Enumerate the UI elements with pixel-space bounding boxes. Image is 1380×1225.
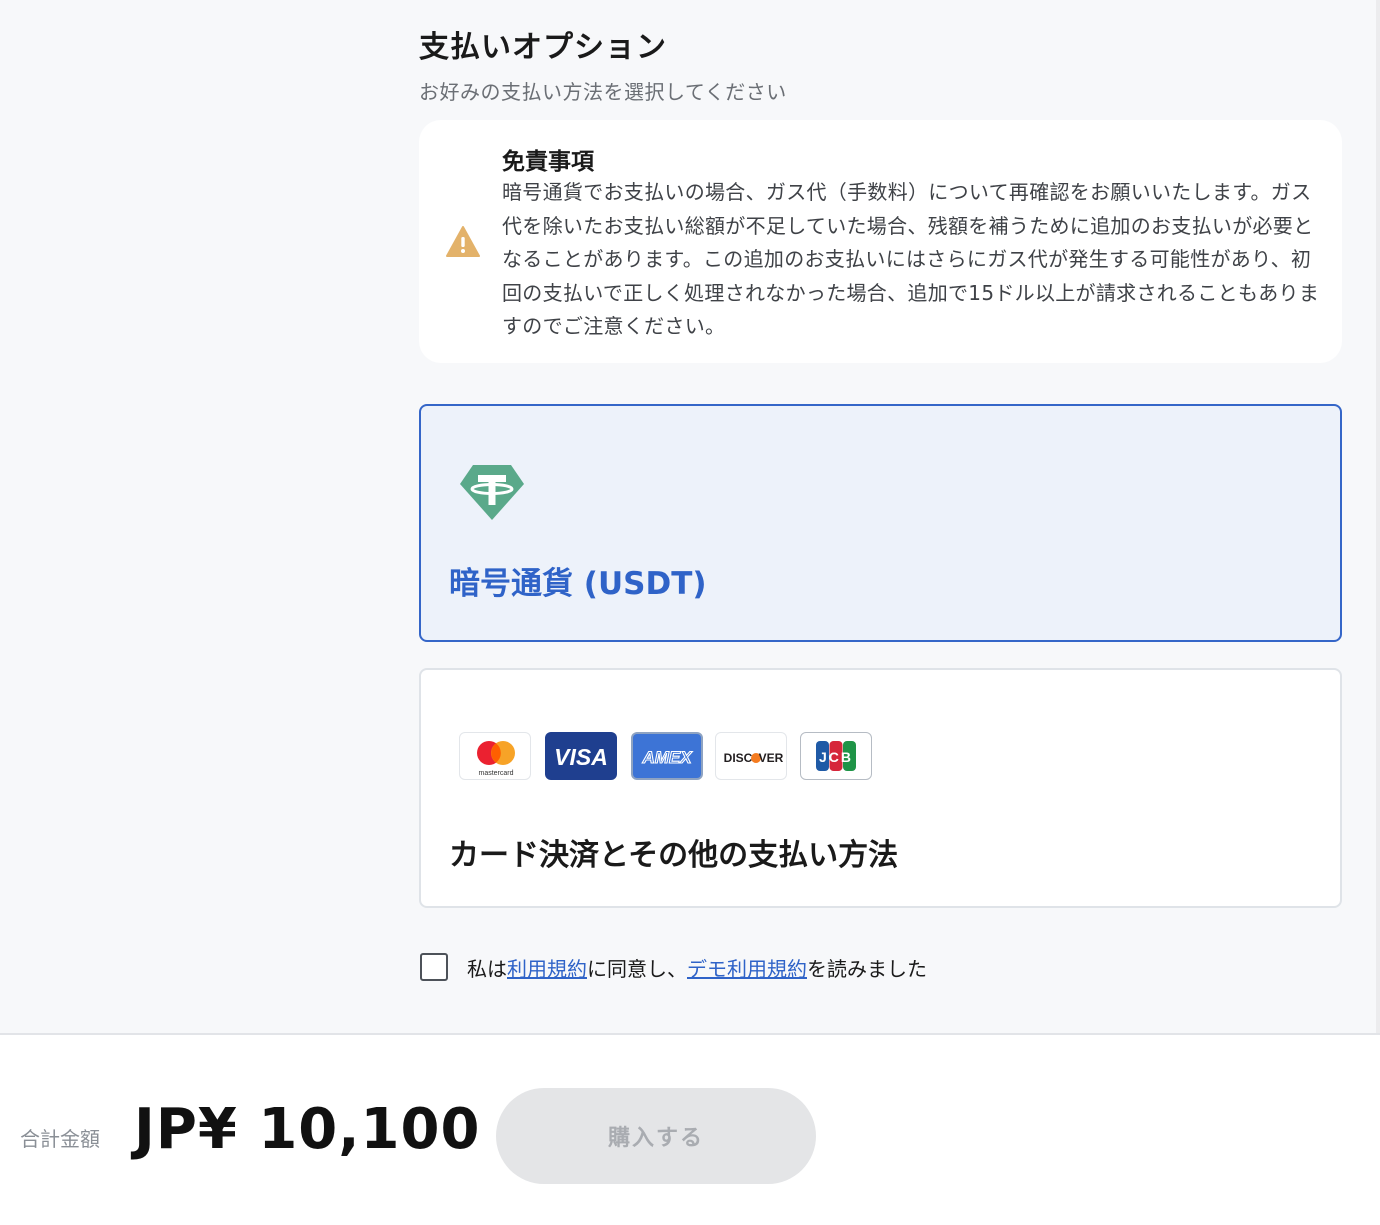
page-subtitle: お好みの支払い方法を選択してください — [419, 80, 787, 104]
svg-text:VER: VER — [759, 751, 784, 765]
svg-text:DISC: DISC — [724, 751, 753, 765]
jcb-logo-icon: JCB — [800, 732, 872, 780]
demo-terms-link[interactable]: デモ利用規約 — [687, 957, 807, 981]
page-right-edge — [1376, 0, 1380, 1034]
payment-option-card[interactable]: mastercard VISA AMEX DISC VER JCB カード決済と… — [419, 668, 1342, 908]
svg-text:VISA: VISA — [554, 744, 608, 770]
discover-logo-icon: DISC VER — [715, 732, 787, 780]
card-option-label: カード決済とその他の支払い方法 — [449, 838, 899, 873]
terms-prefix: 私は — [467, 957, 507, 981]
disclaimer-box: 免責事項 暗号通貨でお支払いの場合、ガス代（手数料）について再確認をお願いいたし… — [419, 120, 1342, 363]
terms-checkbox[interactable] — [420, 953, 448, 981]
mastercard-logo-icon: mastercard — [459, 732, 531, 780]
warning-icon — [446, 226, 480, 257]
terms-text: 私は利用規約に同意し、デモ利用規約を読みました — [467, 953, 927, 982]
tether-icon — [460, 465, 524, 520]
svg-text:JCB: JCB — [819, 749, 853, 765]
amex-logo-icon: AMEX — [631, 732, 703, 780]
terms-of-use-link[interactable]: 利用規約 — [507, 957, 587, 981]
total-label: 合計金額 — [20, 1127, 100, 1151]
terms-agreement-row: 私は利用規約に同意し、デモ利用規約を読みました — [419, 951, 1342, 983]
terms-middle: に同意し、 — [587, 957, 687, 981]
page-title: 支払いオプション — [419, 30, 667, 65]
crypto-option-label: 暗号通貨 (USDT) — [449, 566, 707, 602]
payment-option-crypto[interactable]: 暗号通貨 (USDT) — [419, 404, 1342, 642]
purchase-button[interactable]: 購入する — [496, 1088, 816, 1184]
checkout-footer: 合計金額 JP¥ 10,100 購入する — [0, 1033, 1380, 1225]
visa-logo-icon: VISA — [545, 732, 617, 780]
svg-text:AMEX: AMEX — [641, 748, 693, 767]
disclaimer-title: 免責事項 — [502, 149, 594, 175]
disclaimer-body: 暗号通貨でお支払いの場合、ガス代（手数料）について再確認をお願いいたします。ガス… — [502, 180, 1320, 338]
terms-suffix: を読みました — [807, 957, 927, 981]
total-amount: JP¥ 10,100 — [134, 1097, 481, 1162]
svg-text:mastercard: mastercard — [478, 770, 513, 777]
